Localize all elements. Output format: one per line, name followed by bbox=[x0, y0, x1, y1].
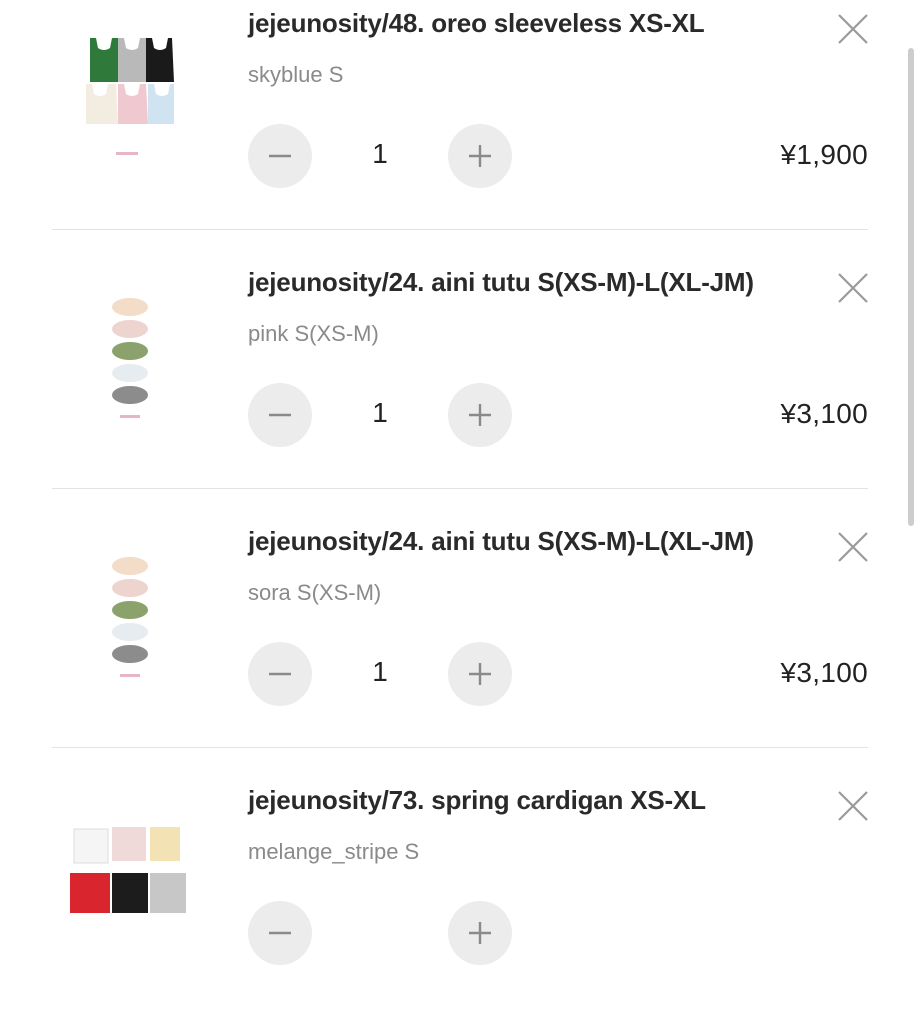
divider bbox=[52, 747, 868, 748]
product-variant: sora S(XS-M) bbox=[248, 580, 382, 605]
increase-quantity-button[interactable] bbox=[448, 124, 512, 188]
minus-icon bbox=[269, 672, 291, 676]
product-title[interactable]: jejeunosity/48. oreo sleeveless XS-XL bbox=[248, 8, 828, 39]
tank-top bbox=[148, 84, 174, 124]
product-title[interactable]: jejeunosity/24. aini tutu S(XS-M)-L(XL-J… bbox=[248, 526, 828, 557]
cart-item: jejeunosity/24. aini tutu S(XS-M)-L(XL-J… bbox=[0, 259, 920, 518]
tank-top bbox=[146, 38, 174, 82]
close-icon bbox=[838, 273, 868, 303]
tank-top bbox=[86, 84, 118, 124]
plus-icon bbox=[469, 145, 491, 167]
remove-item-button[interactable] bbox=[836, 12, 870, 46]
quantity-value: 1 bbox=[372, 397, 388, 428]
minus-icon bbox=[269, 413, 291, 417]
close-icon bbox=[838, 791, 868, 821]
cart-item: jejeunosity/48. oreo sleeveless XS-XL sk… bbox=[0, 0, 920, 259]
remove-item-button[interactable] bbox=[836, 530, 870, 564]
plus-icon bbox=[469, 663, 491, 685]
decrease-quantity-button[interactable] bbox=[248, 383, 312, 447]
cart-item: jejeunosity/73. spring cardigan XS-XL me… bbox=[0, 777, 920, 1036]
increase-quantity-button[interactable] bbox=[448, 642, 512, 706]
scrollbar[interactable] bbox=[908, 48, 914, 526]
minus-icon bbox=[269, 154, 291, 158]
divider bbox=[52, 488, 868, 489]
remove-item-button[interactable] bbox=[836, 271, 870, 305]
plus-icon bbox=[469, 922, 491, 944]
item-price: ¥3,100 bbox=[780, 657, 868, 688]
increase-quantity-button[interactable] bbox=[448, 383, 512, 447]
cart-item: jejeunosity/24. aini tutu S(XS-M)-L(XL-J… bbox=[0, 518, 920, 777]
divider bbox=[52, 229, 868, 230]
quantity-value: 1 bbox=[372, 138, 388, 169]
product-thumbnail[interactable] bbox=[62, 530, 180, 690]
tutu-skirts-image bbox=[112, 557, 148, 677]
increase-quantity-button[interactable] bbox=[448, 901, 512, 965]
decrease-quantity-button[interactable] bbox=[248, 642, 312, 706]
tutu-skirts-image bbox=[112, 298, 148, 418]
cardigans-image bbox=[70, 827, 186, 913]
quantity-value: 1 bbox=[372, 656, 388, 687]
minus-icon bbox=[269, 931, 291, 935]
close-icon bbox=[838, 532, 868, 562]
plus-icon bbox=[469, 404, 491, 426]
product-thumbnail[interactable] bbox=[62, 12, 180, 172]
product-variant: melange_stripe S bbox=[248, 839, 420, 864]
product-thumbnail[interactable] bbox=[62, 271, 180, 431]
product-variant: pink S(XS-M) bbox=[248, 321, 379, 346]
close-icon bbox=[838, 14, 868, 44]
sleeveless-tops-image bbox=[86, 38, 174, 155]
product-thumbnail[interactable] bbox=[60, 789, 200, 949]
product-variant: skyblue S bbox=[248, 62, 344, 87]
tank-top bbox=[118, 38, 146, 82]
decrease-quantity-button[interactable] bbox=[248, 124, 312, 188]
item-price: ¥1,900 bbox=[780, 139, 868, 170]
product-title[interactable]: jejeunosity/73. spring cardigan XS-XL bbox=[248, 785, 828, 816]
tank-top bbox=[118, 84, 148, 124]
decrease-quantity-button[interactable] bbox=[248, 901, 312, 965]
product-title[interactable]: jejeunosity/24. aini tutu S(XS-M)-L(XL-J… bbox=[248, 267, 828, 298]
item-price: ¥3,100 bbox=[780, 398, 868, 429]
tank-top bbox=[90, 38, 118, 82]
remove-item-button[interactable] bbox=[836, 789, 870, 823]
